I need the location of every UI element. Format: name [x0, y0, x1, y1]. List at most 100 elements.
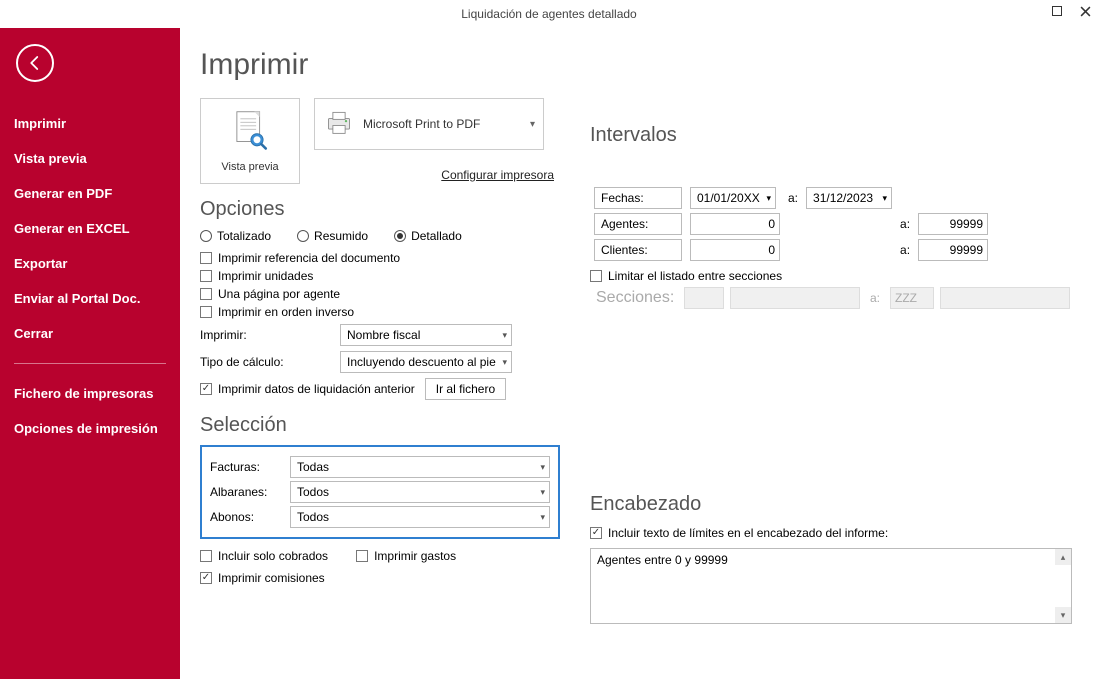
select-value: Todos: [297, 510, 329, 524]
chevron-down-icon: ▾: [766, 193, 771, 204]
agentes-label: Agentes:: [594, 213, 682, 235]
chk-label: Una página por agente: [218, 287, 340, 301]
date-value: 31/12/2023: [813, 191, 873, 205]
chevron-down-icon: ▾: [540, 462, 545, 473]
chk-pagina-agente[interactable]: Una página por agente: [200, 287, 560, 301]
ir-al-fichero-button[interactable]: Ir al fichero: [425, 378, 506, 400]
seleccion-box: Facturas:Todas▾ Albaranes:Todos▾ Abonos:…: [200, 445, 560, 539]
abonos-label: Abonos:: [210, 510, 290, 524]
chk-incluir-texto[interactable]: Incluir texto de límites en el encabezad…: [590, 526, 1072, 540]
encabezado-textarea[interactable]: Agentes entre 0 y 99999 ▴ ▾: [590, 548, 1072, 624]
select-value: Todos: [297, 485, 329, 499]
chevron-down-icon: ▾: [540, 487, 545, 498]
chk-label: Limitar el listado entre secciones: [608, 269, 782, 283]
printer-select[interactable]: Microsoft Print to PDF ▾: [314, 98, 544, 150]
chk-solo-cobrados[interactable]: Incluir solo cobrados: [200, 549, 328, 563]
chevron-down-icon: ▾: [530, 119, 535, 130]
chk-label: Imprimir referencia del documento: [218, 251, 400, 265]
chevron-down-icon: ▾: [502, 330, 507, 341]
radio-label: Totalizado: [217, 229, 271, 243]
sidebar-item-vista-previa[interactable]: Vista previa: [0, 141, 180, 176]
radio-label: Resumido: [314, 229, 368, 243]
encabezado-text: Agentes entre 0 y 99999: [597, 553, 728, 567]
imprimir-label: Imprimir:: [200, 328, 330, 342]
close-button[interactable]: [1078, 4, 1092, 18]
a-label: a:: [784, 185, 802, 211]
sidebar-item-label: Generar en PDF: [14, 186, 112, 201]
maximize-button[interactable]: [1050, 4, 1064, 18]
sidebar-item-portal[interactable]: Enviar al Portal Doc.: [0, 281, 180, 316]
tipo-calculo-label: Tipo de cálculo:: [200, 355, 330, 369]
chk-unidades[interactable]: Imprimir unidades: [200, 269, 560, 283]
agentes-desde-input[interactable]: [690, 213, 780, 235]
sidebar-item-exportar[interactable]: Exportar: [0, 246, 180, 281]
clientes-desde-input[interactable]: [690, 239, 780, 261]
clientes-label: Clientes:: [594, 239, 682, 261]
chk-limitar-secciones[interactable]: Limitar el listado entre secciones: [590, 269, 1072, 283]
sidebar-item-label: Vista previa: [14, 151, 87, 166]
scroll-down-button[interactable]: ▾: [1055, 607, 1071, 623]
sidebar: Imprimir Vista previa Generar en PDF Gen…: [0, 28, 180, 679]
configurar-impresora-link[interactable]: Configurar impresora: [324, 168, 554, 182]
radio-totalizado[interactable]: Totalizado: [200, 229, 271, 243]
secciones-desde-input: [684, 287, 724, 309]
chevron-down-icon: ▾: [540, 512, 545, 523]
scroll-up-button[interactable]: ▴: [1055, 549, 1071, 565]
sidebar-item-label: Enviar al Portal Doc.: [14, 291, 140, 306]
clientes-hasta-input[interactable]: [918, 239, 988, 261]
sidebar-item-cerrar[interactable]: Cerrar: [0, 316, 180, 351]
agentes-hasta-input[interactable]: [918, 213, 988, 235]
chevron-down-icon: ▾: [502, 357, 507, 368]
sidebar-item-label: Exportar: [14, 256, 67, 271]
radio-detallado[interactable]: Detallado: [394, 229, 462, 243]
chk-datos-liquidacion[interactable]: Imprimir datos de liquidación anterior: [200, 382, 415, 396]
chk-imprimir-comisiones[interactable]: Imprimir comisiones: [200, 571, 560, 585]
sidebar-item-label: Opciones de impresión: [14, 421, 158, 436]
sidebar-item-imprimir[interactable]: Imprimir: [0, 106, 180, 141]
secciones-label: Secciones:: [590, 287, 678, 309]
seleccion-heading: Selección: [200, 414, 560, 437]
sidebar-item-label: Fichero de impresoras: [14, 386, 153, 401]
imprimir-select[interactable]: Nombre fiscal ▾: [340, 324, 512, 346]
opciones-heading: Opciones: [200, 198, 560, 221]
date-value: 01/01/20XX: [697, 191, 760, 205]
chk-imprimir-gastos[interactable]: Imprimir gastos: [356, 549, 456, 563]
back-button[interactable]: [16, 44, 54, 82]
a-label: a:: [896, 211, 914, 237]
titlebar: Liquidación de agentes detallado: [0, 0, 1098, 28]
printer-name: Microsoft Print to PDF: [363, 117, 480, 131]
abonos-select[interactable]: Todos ▾: [290, 506, 550, 528]
sidebar-item-opciones[interactable]: Opciones de impresión: [0, 411, 180, 446]
page-title: Imprimir: [200, 48, 560, 82]
select-value: Nombre fiscal: [347, 328, 420, 342]
chk-orden-inverso[interactable]: Imprimir en orden inverso: [200, 305, 560, 319]
document-preview-icon: [230, 110, 270, 157]
intervalos-heading: Intervalos: [590, 124, 1072, 147]
radio-label: Detallado: [411, 229, 462, 243]
sidebar-item-label: Generar en EXCEL: [14, 221, 130, 236]
tipo-calculo-select[interactable]: Incluyendo descuento al pie▾: [340, 351, 512, 373]
sidebar-item-label: Imprimir: [14, 116, 66, 131]
albaranes-select[interactable]: Todos ▾: [290, 481, 550, 503]
secciones-desde-desc: [730, 287, 860, 309]
fecha-desde[interactable]: 01/01/20XX ▾: [690, 187, 776, 209]
btn-label: Ir al fichero: [436, 382, 495, 396]
sidebar-item-excel[interactable]: Generar en EXCEL: [0, 211, 180, 246]
albaranes-label: Albaranes:: [210, 485, 290, 499]
a-label: a:: [896, 237, 914, 263]
chk-label: Incluir texto de límites en el encabezad…: [608, 526, 888, 540]
window-title: Liquidación de agentes detallado: [461, 7, 636, 21]
sidebar-item-fichero[interactable]: Fichero de impresoras: [0, 376, 180, 411]
sidebar-item-label: Cerrar: [14, 326, 53, 341]
vista-previa-label: Vista previa: [221, 161, 278, 173]
vista-previa-button[interactable]: Vista previa: [200, 98, 300, 184]
secciones-hasta-input: [890, 287, 934, 309]
select-value: Todas: [297, 460, 329, 474]
radio-resumido[interactable]: Resumido: [297, 229, 368, 243]
fecha-hasta[interactable]: 31/12/2023▾: [806, 187, 892, 209]
facturas-select[interactable]: Todas ▾: [290, 456, 550, 478]
a-label: a:: [866, 291, 884, 305]
sidebar-item-pdf[interactable]: Generar en PDF: [0, 176, 180, 211]
chk-referencia[interactable]: Imprimir referencia del documento: [200, 251, 560, 265]
secciones-hasta-desc: [940, 287, 1070, 309]
